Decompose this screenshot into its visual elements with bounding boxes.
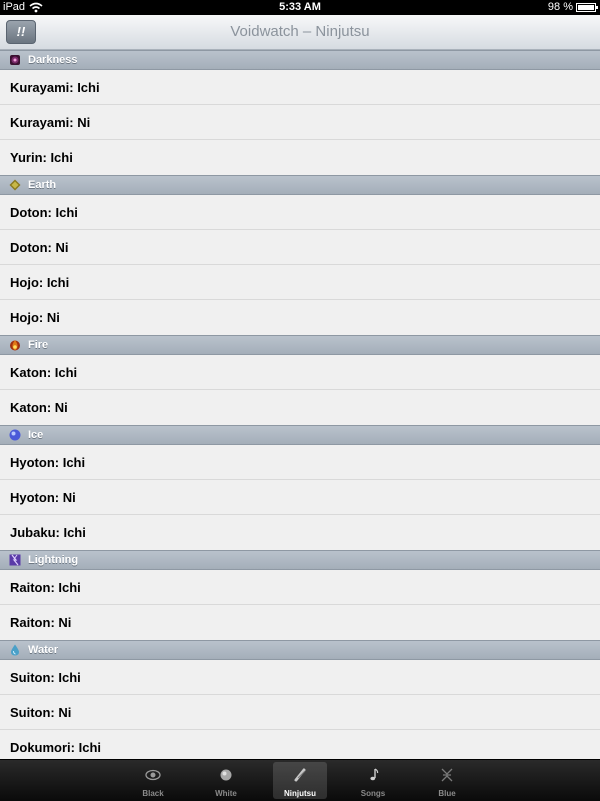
section-label: Darkness	[28, 54, 78, 66]
battery-percent: 98 %	[547, 1, 573, 13]
tab-label: Blue	[438, 789, 456, 798]
music-note-icon	[365, 767, 381, 783]
section-darkness: Darkness Kurayami: Ichi Kurayami: Ni Yurin:…	[0, 50, 600, 175]
list-item[interactable]: Raiton: Ni	[0, 605, 600, 640]
tab-label: Black	[142, 789, 164, 798]
spell-list[interactable]: Darkness Kurayami: Ichi Kurayami: Ni Yurin:…	[0, 50, 600, 759]
navigation-bar: !! Voidwatch – Ninjutsu	[0, 15, 600, 50]
eye-icon	[145, 767, 161, 783]
section-header: Ice	[0, 425, 600, 445]
section-header: Lightning	[0, 550, 600, 570]
section-water: Water Suiton: Ichi Suiton: Ni Dokumori: Ich…	[0, 640, 600, 759]
list-item[interactable]: Katon: Ichi	[0, 355, 600, 390]
list-item[interactable]: Doton: Ni	[0, 230, 600, 265]
list-item[interactable]: Kurayami: Ichi	[0, 70, 600, 105]
section-label: Water	[28, 644, 59, 656]
section-earth: Earth Doton: Ichi Doton: Ni Hojo: Ichi Hojo:…	[0, 175, 600, 335]
tab-black[interactable]: Black	[126, 762, 180, 799]
list-item[interactable]: Hojo: Ichi	[0, 265, 600, 300]
section-label: Earth	[28, 179, 57, 191]
list-item[interactable]: Dokumori: Ichi	[0, 730, 600, 759]
section-label: Fire	[28, 339, 49, 351]
section-fire: Fire Katon: Ichi Katon: Ni	[0, 335, 600, 425]
list-item[interactable]: Hyoton: Ni	[0, 480, 600, 515]
tab-ninjutsu[interactable]: Ninjutsu	[273, 762, 327, 799]
list-item[interactable]: Doton: Ichi	[0, 195, 600, 230]
section-header: Earth	[0, 175, 600, 195]
earth-icon	[9, 179, 21, 191]
tab-label: Ninjutsu	[284, 789, 316, 798]
orb-icon	[218, 767, 234, 783]
status-bar: iPad 5:33 AM 98 %	[0, 0, 600, 15]
section-header: Fire	[0, 335, 600, 355]
page-title: Voidwatch – Ninjutsu	[230, 23, 370, 40]
lightning-icon	[9, 554, 21, 566]
section-ice: Ice Hyoton: Ichi Hyoton: Ni Jubaku: Ichi	[0, 425, 600, 550]
status-right: 98 %	[547, 0, 598, 15]
status-time: 5:33 AM	[279, 1, 321, 13]
ice-icon	[9, 429, 21, 441]
tab-songs[interactable]: Songs	[346, 762, 400, 799]
tab-label: White	[215, 789, 237, 798]
list-item[interactable]: Raiton: Ichi	[0, 570, 600, 605]
list-item[interactable]: Hyoton: Ichi	[0, 445, 600, 480]
list-item[interactable]: Katon: Ni	[0, 390, 600, 425]
water-icon	[9, 644, 21, 656]
section-label: Ice	[28, 429, 44, 441]
tab-label: Songs	[360, 789, 386, 798]
section-lightning: Lightning Raiton: Ichi Raiton: Ni	[0, 550, 600, 640]
list-item[interactable]: Jubaku: Ichi	[0, 515, 600, 550]
section-header: Darkness	[0, 50, 600, 70]
section-label: Lightning	[28, 554, 79, 566]
battery-icon	[576, 3, 598, 12]
scroll-icon	[292, 767, 308, 783]
list-item[interactable]: Suiton: Ichi	[0, 660, 600, 695]
tab-bar: Black White Ninjutsu Songs Blue	[0, 759, 600, 801]
tab-blue[interactable]: Blue	[420, 762, 474, 799]
section-header: Water	[0, 640, 600, 660]
darkness-icon	[9, 54, 21, 66]
list-item[interactable]: Kurayami: Ni	[0, 105, 600, 140]
list-item[interactable]: Suiton: Ni	[0, 695, 600, 730]
blue-magic-icon	[439, 767, 455, 783]
list-item[interactable]: Yurin: Ichi	[0, 140, 600, 175]
fire-icon	[9, 339, 21, 351]
list-item[interactable]: Hojo: Ni	[0, 300, 600, 335]
tab-white[interactable]: White	[199, 762, 253, 799]
